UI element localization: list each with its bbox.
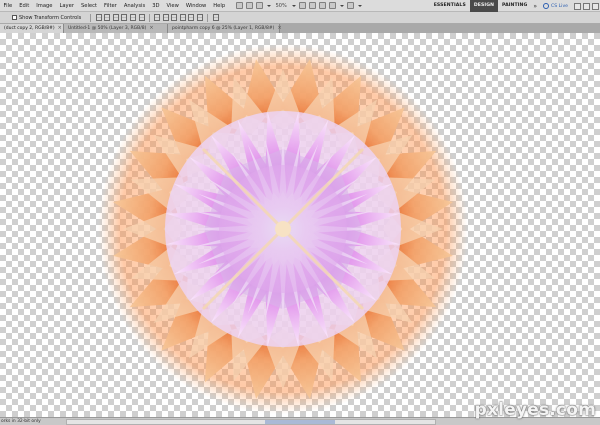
status-text: orks in 32-bit only xyxy=(1,419,41,424)
menu-image[interactable]: Image xyxy=(33,0,56,12)
options-divider xyxy=(207,13,209,22)
screen-mode-icon[interactable] xyxy=(347,2,355,9)
horizontal-scrollbar[interactable] xyxy=(66,419,436,425)
show-transform-controls-checkbox[interactable] xyxy=(12,15,17,20)
distribute-horizontal-center-icon[interactable] xyxy=(188,14,195,21)
show-transform-controls-label: Show Transform Controls xyxy=(19,14,82,21)
menu-edit[interactable]: Edit xyxy=(16,0,33,12)
align-bottom-icon[interactable] xyxy=(112,14,119,21)
menu-view[interactable]: View xyxy=(163,0,182,12)
arrange-documents-icon[interactable] xyxy=(329,2,337,9)
distribute-bottom-icon[interactable] xyxy=(171,14,178,21)
tab-label: pointpharm copy 6 @ 25% (Layer 1, RGB/8#… xyxy=(172,26,275,31)
launch-bridge-icon[interactable] xyxy=(236,2,244,9)
app-bar-tools: 50% xyxy=(235,0,364,11)
document-tabs: (duct copy 2, RGB/8#) × Untitled-1 @ 50%… xyxy=(0,24,600,33)
view-extras-icon[interactable] xyxy=(256,2,264,9)
tab-document-3[interactable]: pointpharm copy 6 @ 25% (Layer 1, RGB/8#… xyxy=(168,24,282,33)
arrange-dropdown-icon[interactable] xyxy=(339,4,344,7)
close-tab-icon[interactable]: × xyxy=(58,24,62,33)
cs-live-button[interactable]: CS Live xyxy=(543,3,568,9)
maximize-icon[interactable] xyxy=(583,2,590,10)
menu-analysis[interactable]: Analysis xyxy=(120,0,148,12)
distribute-vertical-center-icon[interactable] xyxy=(162,14,169,21)
more-workspaces-icon[interactable]: » xyxy=(531,3,539,10)
photoshop-window: File Edit Image Layer Select Filter Anal… xyxy=(0,0,600,425)
watermark-logo: pxleyes.com xyxy=(474,400,596,420)
close-tab-icon[interactable]: × xyxy=(149,24,153,33)
align-top-icon[interactable] xyxy=(95,14,102,21)
menu-filter[interactable]: Filter xyxy=(100,0,120,12)
cs-live-icon xyxy=(543,3,550,9)
document-canvas[interactable] xyxy=(0,33,600,417)
menu-3d[interactable]: 3D xyxy=(149,0,163,12)
tab-label: Untitled-1 @ 50% (Layer 3, RGB/8) xyxy=(68,26,147,31)
menu-window[interactable]: Window xyxy=(182,0,209,12)
menu-help[interactable]: Help xyxy=(210,0,229,12)
align-horizontal-center-icon[interactable] xyxy=(129,14,136,21)
scrollbar-thumb[interactable] xyxy=(265,420,335,424)
menu-select[interactable]: Select xyxy=(77,0,100,12)
distribute-left-icon[interactable] xyxy=(179,14,186,21)
menu-layer[interactable]: Layer xyxy=(56,0,77,12)
align-vertical-center-icon[interactable] xyxy=(104,14,111,21)
tab-document-2[interactable]: Untitled-1 @ 50% (Layer 3, RGB/8) × xyxy=(64,24,168,33)
workspace-design[interactable]: DESIGN xyxy=(469,0,499,12)
distribute-top-icon[interactable] xyxy=(154,14,161,21)
launch-mini-bridge-icon[interactable] xyxy=(246,2,254,9)
view-extras-dropdown-icon[interactable] xyxy=(266,4,271,7)
zoom-tool-icon[interactable] xyxy=(309,2,317,9)
window-controls xyxy=(573,2,600,10)
workspace-painting[interactable]: PAINTING xyxy=(498,0,531,12)
options-divider xyxy=(90,13,92,22)
menu-file[interactable]: File xyxy=(0,0,16,12)
align-left-icon[interactable] xyxy=(121,14,128,21)
options-divider xyxy=(148,13,150,22)
menu-items: File Edit Image Layer Select Filter Anal… xyxy=(0,0,229,11)
auto-align-layers-icon[interactable] xyxy=(212,14,219,21)
close-tab-icon[interactable]: × xyxy=(277,24,281,33)
options-bar: Show Transform Controls xyxy=(0,12,600,24)
zoom-dropdown-icon[interactable] xyxy=(291,4,296,7)
align-right-icon[interactable] xyxy=(138,14,145,21)
tab-document-1[interactable]: (duct copy 2, RGB/8#) × xyxy=(0,24,64,33)
close-window-icon[interactable] xyxy=(592,2,599,10)
menu-bar: File Edit Image Layer Select Filter Anal… xyxy=(0,0,600,12)
tab-label: (duct copy 2, RGB/8#) xyxy=(4,26,55,31)
workspace-switcher: ESSENTIALS DESIGN PAINTING » CS Live xyxy=(430,0,600,12)
rotate-view-icon[interactable] xyxy=(319,2,327,9)
screen-mode-dropdown-icon[interactable] xyxy=(357,4,362,7)
workspace-essentials[interactable]: ESSENTIALS xyxy=(430,0,470,12)
distribute-right-icon[interactable] xyxy=(197,14,204,21)
minimize-icon[interactable] xyxy=(574,2,581,10)
cs-live-label: CS Live xyxy=(551,3,568,9)
hand-tool-icon[interactable] xyxy=(299,2,307,9)
zoom-level[interactable]: 50% xyxy=(276,3,287,9)
mandala-artwork xyxy=(98,44,468,414)
